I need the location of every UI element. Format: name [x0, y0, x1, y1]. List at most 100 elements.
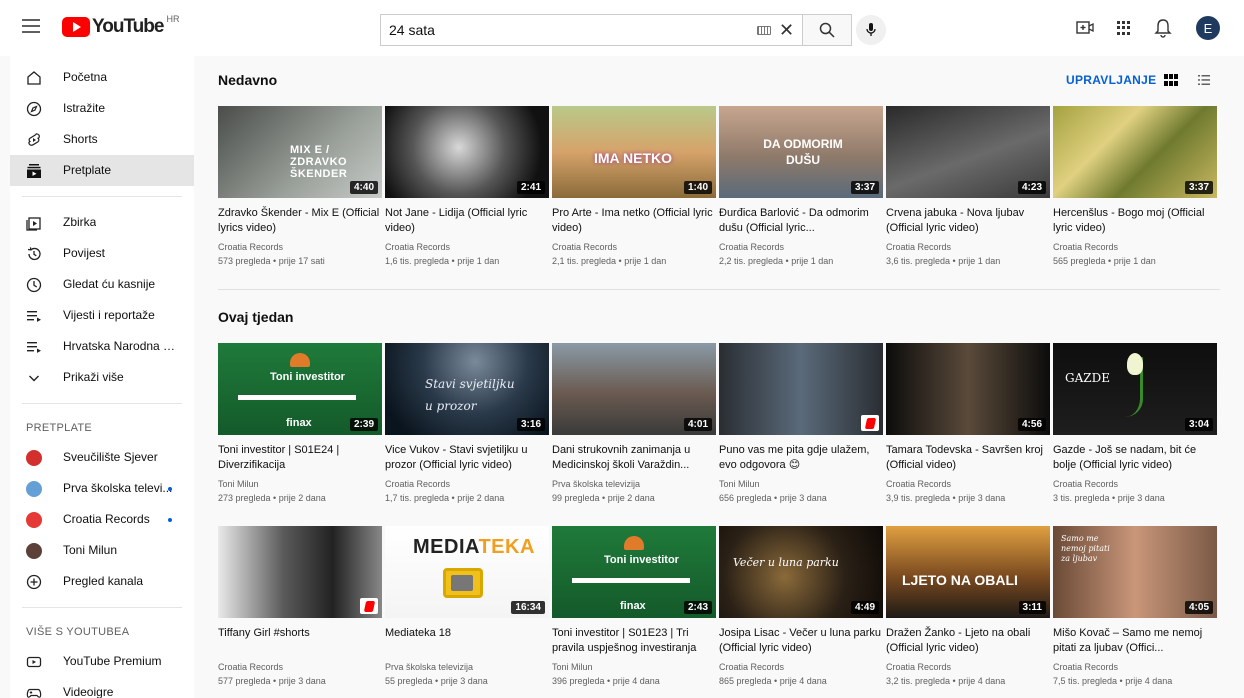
sidebar-channel-prva-skolska-televi[interactable]: Prva školska televi... — [10, 473, 194, 504]
sidebar-item-pocetna[interactable]: Početna — [10, 62, 194, 93]
channel-name[interactable]: Croatia Records — [1053, 661, 1217, 673]
video-thumbnail[interactable]: Samo me nemoj pitati za ljubav 4:05 — [1053, 526, 1217, 618]
clear-search-icon[interactable]: ✕ — [779, 19, 794, 41]
sidebar-item-youtube-premium[interactable]: YouTube Premium — [10, 646, 194, 677]
sidebar-item-shorts[interactable]: Shorts — [10, 124, 194, 155]
video-title[interactable]: Josipa Lisac - Večer u luna parku (Offic… — [719, 626, 883, 656]
video-card[interactable]: GAZDE 3:04 Gazde - Još se nadam, bit će bo… — [1053, 343, 1217, 504]
channel-name[interactable]: Croatia Records — [719, 661, 883, 673]
youtube-logo[interactable]: YouTube HR — [62, 14, 179, 38]
sidebar-channel-sveuciliste-sjever[interactable]: Sveučilište Sjever — [10, 442, 194, 473]
video-thumbnail[interactable]: 4:56 — [886, 343, 1050, 435]
video-card[interactable]: Tiffany Girl #shorts Croatia Records 577 p… — [218, 526, 382, 687]
account-avatar[interactable]: E — [1196, 16, 1220, 40]
voice-search-button[interactable] — [856, 15, 886, 45]
video-thumbnail[interactable]: Toni investitor finax 2:43 — [552, 526, 716, 618]
video-title[interactable]: Mediateka 18 — [385, 626, 549, 656]
video-title[interactable]: Toni investitor | S01E24 | Diverzifikaci… — [218, 443, 382, 473]
video-title[interactable]: Mišo Kovač – Samo me nemoj pitati za lju… — [1053, 626, 1217, 656]
video-title[interactable]: Not Jane - Lidija (Official lyric video) — [385, 206, 549, 236]
video-thumbnail[interactable]: GAZDE 3:04 — [1053, 343, 1217, 435]
video-title[interactable]: Gazde - Još se nadam, bit će bolje (Offi… — [1053, 443, 1217, 473]
video-thumbnail[interactable] — [218, 526, 382, 618]
video-title[interactable]: Dražen Žanko - Ljeto na obali (Official … — [886, 626, 1050, 656]
create-video-icon[interactable] — [1076, 20, 1094, 36]
search-button[interactable] — [802, 14, 852, 46]
video-title[interactable]: Pro Arte - Ima netko (Official lyric vid… — [552, 206, 716, 236]
channel-name[interactable]: Croatia Records — [1053, 478, 1217, 490]
channel-name[interactable]: Prva školska televizija — [385, 661, 549, 673]
video-card[interactable]: Toni investitor finax 2:39 Toni investitor … — [218, 343, 382, 504]
channel-name[interactable]: Toni Milun — [218, 478, 382, 490]
video-thumbnail[interactable]: Stavi svjetiljku u prozor 3:16 — [385, 343, 549, 435]
video-card[interactable]: Večer u luna parku 4:49 Josipa Lisac - Več… — [719, 526, 883, 687]
video-card[interactable]: 4:01 Dani strukovnih zanimanja u Medicins… — [552, 343, 716, 504]
channel-name[interactable]: Croatia Records — [218, 661, 382, 673]
video-card[interactable]: LJETO NA OBALI 3:11 Dražen Žanko - Ljeto n… — [886, 526, 1050, 687]
video-title[interactable]: Puno vas me pita gdje ulažem, evo odgovo… — [719, 443, 883, 473]
video-thumbnail[interactable]: MEDIATEKA 16:34 — [385, 526, 549, 618]
apps-grid-icon[interactable] — [1117, 21, 1131, 35]
video-card[interactable]: 2:41 Not Jane - Lidija (Official lyric vi… — [385, 106, 549, 267]
video-title[interactable]: Vice Vukov - Stavi svjetiljku u prozor (… — [385, 443, 549, 473]
channel-name[interactable]: Croatia Records — [552, 241, 716, 253]
grid-view-icon[interactable] — [1164, 74, 1178, 86]
video-thumbnail[interactable]: Večer u luna parku 4:49 — [719, 526, 883, 618]
sidebar-item-prikazi-vise[interactable]: Prikaži više — [10, 362, 194, 393]
sidebar-item-videoigre[interactable]: Videoigre — [10, 677, 194, 698]
video-card[interactable]: MIX E / ZDRAVKO ŠKENDER 4:40 Zdravko Škend… — [218, 106, 382, 267]
video-card[interactable]: Toni investitor finax 2:43 Toni investitor … — [552, 526, 716, 687]
video-title[interactable]: Crvena jabuka - Nova ljubav (Official ly… — [886, 206, 1050, 236]
video-card[interactable]: Samo me nemoj pitati za ljubav 4:05 Mišo K… — [1053, 526, 1217, 687]
video-title[interactable]: Đurđica Barlović - Da odmorim dušu (Offi… — [719, 206, 883, 236]
video-title[interactable]: Hercenšlus - Bogo moj (Official lyric vi… — [1053, 206, 1217, 236]
video-thumbnail[interactable]: 2:41 — [385, 106, 549, 198]
sidebar-item-gledat-cu-kasnije[interactable]: Gledat ću kasnije — [10, 269, 194, 300]
search-input[interactable] — [381, 22, 741, 38]
channel-name[interactable]: Croatia Records — [218, 241, 382, 253]
channel-name[interactable]: Croatia Records — [385, 241, 549, 253]
video-card[interactable]: Puno vas me pita gdje ulažem, evo odgovo… — [719, 343, 883, 504]
sidebar-item-istrazite[interactable]: Istražite — [10, 93, 194, 124]
video-card[interactable]: Stavi svjetiljku u prozor 3:16 Vice Vukov … — [385, 343, 549, 504]
video-title[interactable]: Tiffany Girl #shorts — [218, 626, 382, 656]
video-card[interactable]: 4:23 Crvena jabuka - Nova ljubav (Officia… — [886, 106, 1050, 267]
video-thumbnail[interactable]: 4:23 — [886, 106, 1050, 198]
channel-name[interactable]: Croatia Records — [385, 478, 549, 490]
video-title[interactable]: Tamara Todevska - Savršen kroj (Official… — [886, 443, 1050, 473]
notifications-bell-icon[interactable] — [1154, 18, 1172, 38]
video-card[interactable]: 3:37 Hercenšlus - Bogo moj (Official lyri… — [1053, 106, 1217, 267]
channel-name[interactable]: Croatia Records — [886, 478, 1050, 490]
sidebar-item-hrvatska-narodna-gl[interactable]: Hrvatska Narodna Gl... — [10, 331, 194, 362]
video-card[interactable]: MEDIATEKA 16:34 Mediateka 18 Prva školska t… — [385, 526, 549, 687]
manage-button[interactable]: UPRAVLJANJE — [1066, 73, 1156, 87]
video-thumbnail[interactable]: Toni investitor finax 2:39 — [218, 343, 382, 435]
sidebar-item-vijesti-i-reportaze[interactable]: Vijesti i reportaže — [10, 300, 194, 331]
video-title[interactable]: Toni investitor | S01E23 | Tri pravila u… — [552, 626, 716, 656]
video-card[interactable]: IMA NETKO 1:40 Pro Arte - Ima netko (Offic… — [552, 106, 716, 267]
video-thumbnail[interactable]: 3:37 — [1053, 106, 1217, 198]
video-card[interactable]: 4:56 Tamara Todevska - Savršen kroj (Offi… — [886, 343, 1050, 504]
channel-name[interactable]: Croatia Records — [1053, 241, 1217, 253]
sidebar-item-povijest[interactable]: Povijest — [10, 238, 194, 269]
sidebar-item-pretplate[interactable]: Pretplate — [10, 155, 194, 186]
list-view-icon[interactable] — [1198, 74, 1210, 86]
video-thumbnail[interactable]: LJETO NA OBALI 3:11 — [886, 526, 1050, 618]
channel-name[interactable]: Toni Milun — [719, 478, 883, 490]
video-thumbnail[interactable]: MIX E / ZDRAVKO ŠKENDER 4:40 — [218, 106, 382, 198]
keyboard-icon[interactable] — [757, 26, 771, 35]
channel-name[interactable]: Croatia Records — [886, 241, 1050, 253]
video-title[interactable]: Dani strukovnih zanimanja u Medicinskoj … — [552, 443, 716, 473]
sidebar-item-zbirka[interactable]: Zbirka — [10, 207, 194, 238]
video-thumbnail[interactable] — [719, 343, 883, 435]
video-card[interactable]: DA ODMORIM DUŠU 3:37 Đurđica Barlović - Da… — [719, 106, 883, 267]
sidebar-channel-croatia-records[interactable]: Croatia Records — [10, 504, 194, 535]
channel-name[interactable]: Toni Milun — [552, 661, 716, 673]
channel-name[interactable]: Prva školska televizija — [552, 478, 716, 490]
video-thumbnail[interactable]: IMA NETKO 1:40 — [552, 106, 716, 198]
menu-icon[interactable] — [22, 19, 40, 33]
video-thumbnail[interactable]: DA ODMORIM DUŠU 3:37 — [719, 106, 883, 198]
sidebar-channel-toni-milun[interactable]: Toni Milun — [10, 535, 194, 566]
channel-name[interactable]: Croatia Records — [719, 241, 883, 253]
sidebar-item-pregled-kanala[interactable]: Pregled kanala — [10, 566, 194, 597]
